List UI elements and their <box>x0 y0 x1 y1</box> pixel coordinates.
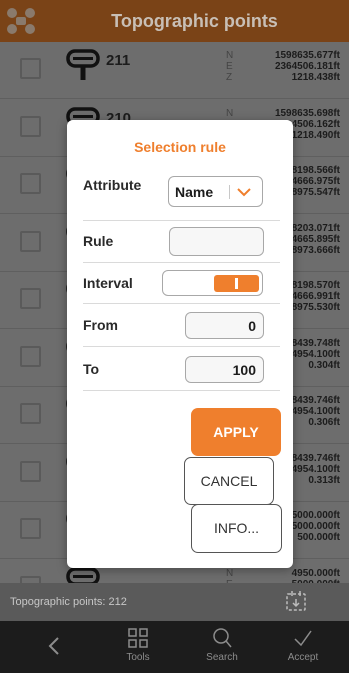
interval-toggle[interactable] <box>162 270 263 296</box>
to-input-value: 100 <box>232 362 256 378</box>
selection-rule-dialog: Selection rule Attribute Name Rule Inter… <box>67 120 293 568</box>
coordinate-value: 5000.000ft <box>291 521 340 532</box>
toggle-knob <box>214 275 259 292</box>
dialog-title: Selection rule <box>134 139 226 155</box>
attribute-label: Attribute <box>83 177 142 193</box>
attribute-select-value: Name <box>175 184 214 200</box>
from-label: From <box>83 317 118 333</box>
coordinate-value: 1218.438ft <box>291 72 340 83</box>
coordinate-value: 4950.000ft <box>291 567 340 579</box>
coordinate-value: 5000.000ft <box>291 510 340 521</box>
interval-label: Interval <box>83 275 133 291</box>
coordinate-value: 1598635.677ft <box>274 50 340 61</box>
page-title: Topographic points <box>111 11 278 31</box>
app-header: Topographic points <box>0 0 349 42</box>
search-label: Search <box>206 652 238 663</box>
divider <box>83 303 280 304</box>
survey-marker-icon <box>66 49 100 80</box>
coordinate-values: 1598635.677ft 2364506.181ft 1218.438ft <box>275 50 340 83</box>
apply-button[interactable]: APPLY <box>191 408 281 456</box>
coordinate-value: 1598635.698ft <box>274 107 340 119</box>
grid-icon <box>128 628 148 648</box>
row-checkbox[interactable] <box>20 173 41 194</box>
divider <box>83 390 280 391</box>
from-input[interactable]: 0 <box>185 312 264 339</box>
divider <box>83 346 280 347</box>
tools-label: Tools <box>126 652 150 663</box>
row-checkbox[interactable] <box>20 288 41 309</box>
point-name: 211 <box>106 52 131 69</box>
axis-label: N <box>226 567 234 579</box>
axis-label: Z <box>226 72 233 83</box>
row-checkbox[interactable] <box>20 345 41 367</box>
bottom-toolbar: Tools Search Accept <box>0 621 349 673</box>
search-button[interactable]: Search <box>187 627 257 663</box>
info-button[interactable]: INFO... <box>191 504 282 553</box>
status-bar: Topographic points: 212 <box>0 583 349 621</box>
chevron-down-icon <box>237 188 251 197</box>
divider <box>83 220 280 221</box>
row-checkbox[interactable] <box>20 230 41 252</box>
row-checkbox[interactable] <box>20 115 41 137</box>
axis-label: N <box>226 50 234 61</box>
axis-labels: NEZ <box>226 50 233 83</box>
attribute-select[interactable]: Name <box>168 176 263 207</box>
accept-button[interactable]: Accept <box>268 627 338 663</box>
check-icon <box>294 630 312 647</box>
rule-label: Rule <box>83 233 114 249</box>
from-input-value: 0 <box>248 318 256 334</box>
axis-label: N <box>226 107 234 119</box>
row-checkbox[interactable] <box>20 58 41 79</box>
accept-label: Accept <box>287 652 319 663</box>
tools-button[interactable]: Tools <box>103 627 173 663</box>
list-item[interactable]: 211 N E Z 1598635.677ft 2364506.181ft 1218.438… <box>0 42 349 99</box>
to-label: To <box>83 361 100 377</box>
row-checkbox[interactable] <box>20 403 41 424</box>
coordinate-value: 2364506.181ft <box>274 61 340 72</box>
rule-input[interactable] <box>169 227 264 256</box>
calendar-arrow-icon[interactable] <box>285 590 307 612</box>
row-checkbox[interactable] <box>20 518 41 539</box>
toggle-indicator <box>235 278 238 289</box>
axis-label: E <box>226 61 233 72</box>
row-checkbox[interactable] <box>20 460 41 482</box>
to-input[interactable]: 100 <box>185 356 264 383</box>
select-separator <box>229 185 230 199</box>
cancel-button[interactable]: CANCEL <box>184 457 274 505</box>
back-button[interactable] <box>20 635 90 660</box>
coordinate-value: 500.000ft <box>297 532 340 543</box>
back-chevron-icon <box>48 637 59 655</box>
status-count: Topographic points: 212 <box>10 596 127 608</box>
coordinate-values: 5000.000ft 5000.000ft 500.000ft <box>292 510 340 543</box>
search-icon <box>213 628 232 648</box>
divider <box>83 262 280 263</box>
